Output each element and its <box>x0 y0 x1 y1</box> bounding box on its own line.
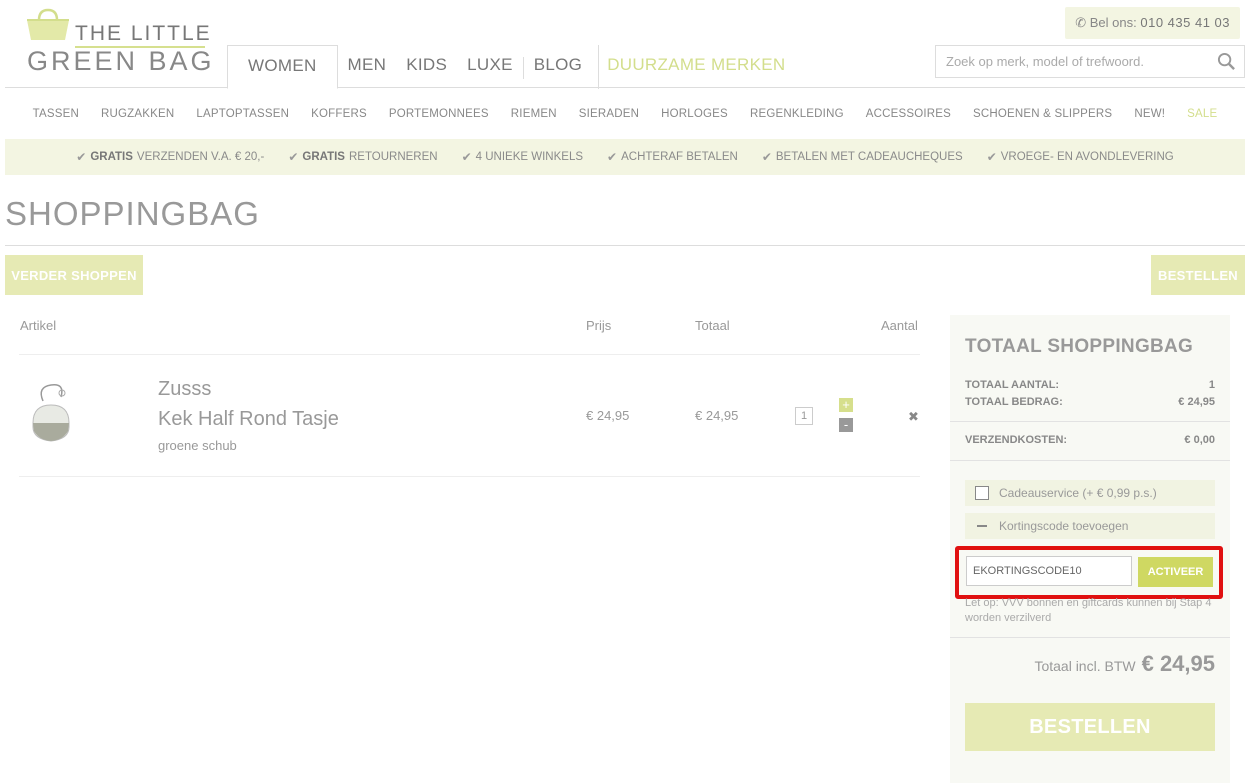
nav-women[interactable]: WOMEN <box>227 45 338 89</box>
check-icon: ✔ <box>461 150 472 164</box>
voucher-note: Let op: VVV bonnen en giftcards kunnen b… <box>965 597 1212 624</box>
usp-item: ✔ VROEGE- EN AVONDLEVERING <box>986 150 1174 164</box>
site-header: THE LITTLE GREEN BAG WOMEN MEN KIDS LUXE… <box>5 0 1245 89</box>
gift-service-checkbox[interactable] <box>975 486 989 500</box>
discount-toggle-label: Kortingscode toevoegen <box>999 519 1129 533</box>
cat-sale[interactable]: SALE <box>1176 108 1228 120</box>
discount-toggle[interactable]: Kortingscode toevoegen <box>965 513 1215 539</box>
cat-portemonnees[interactable]: PORTEMONNEES <box>378 108 500 120</box>
bag-logo-icon <box>27 8 69 40</box>
col-price: Prijs <box>586 318 612 333</box>
total-value: € 24,95 <box>1141 651 1215 676</box>
cat-horloges[interactable]: HORLOGES <box>650 108 739 120</box>
nav-blog[interactable]: BLOG <box>524 45 592 89</box>
brand-logo[interactable]: THE LITTLE GREEN BAG <box>23 6 212 78</box>
continue-shopping-button[interactable]: VERDER SHOPPEN <box>5 255 143 295</box>
cat-accessoires[interactable]: ACCESSOIRES <box>855 108 962 120</box>
usp-item: ✔ ACHTERAF BETALEN <box>607 150 738 164</box>
cat-sieraden[interactable]: SIERADEN <box>568 108 650 120</box>
summary-count: TOTAAL AANTAL: 1 <box>965 379 1215 391</box>
close-icon[interactable]: ✖ <box>908 409 919 425</box>
quantity-field[interactable]: 1 <box>795 407 813 425</box>
gift-service-label: Cadeauservice (+ € 0,99 p.s.) <box>999 486 1157 500</box>
brand-line1: THE LITTLE <box>75 22 212 45</box>
page-title: SHOPPINGBAG <box>5 195 1245 246</box>
main-nav: WOMEN MEN KIDS LUXE BLOG DUURZAME MERKEN <box>227 45 795 89</box>
cat-regenkleding[interactable]: REGENKLEDING <box>739 108 855 120</box>
usp-item: ✔ GRATIS VERZENDEN V.A. € 20,- <box>76 150 265 164</box>
plus-icon[interactable]: + <box>839 398 853 412</box>
cat-riemen[interactable]: RIEMEN <box>500 108 568 120</box>
nav-kids[interactable]: KIDS <box>396 45 457 89</box>
search-bar <box>935 45 1245 78</box>
search-icon[interactable] <box>1208 52 1244 71</box>
cat-schoenen[interactable]: SCHOENEN & SLIPPERS <box>962 108 1123 120</box>
check-icon: ✔ <box>607 150 618 164</box>
usp-item: ✔ 4 UNIEKE WINKELS <box>461 150 584 164</box>
gift-service-option[interactable]: Cadeauservice (+ € 0,99 p.s.) <box>965 480 1215 506</box>
table-row: Zusss Kek Half Rond Tasje groene schub €… <box>19 355 920 477</box>
nav-luxe[interactable]: LUXE <box>457 45 523 89</box>
summary-shipping: VERZENDKOSTEN: € 0,00 <box>965 434 1215 446</box>
activate-code-button[interactable]: ACTIVEER <box>1138 557 1213 587</box>
category-nav: TASSEN RUGZAKKEN LAPTOPTASSEN KOFFERS PO… <box>0 88 1250 139</box>
summary-title: TOTAAL SHOPPINGBAG <box>965 336 1194 357</box>
cat-rugzakken[interactable]: RUGZAKKEN <box>90 108 185 120</box>
cart-table: Artikel Prijs Totaal Aantal Zusss Kek Ha… <box>19 310 920 477</box>
check-icon: ✔ <box>986 150 997 164</box>
summary-amount: TOTAAL BEDRAG: € 24,95 <box>965 396 1215 408</box>
cat-new[interactable]: NEW! <box>1123 108 1176 120</box>
col-quantity: Aantal <box>881 318 918 333</box>
phone-number: 010 435 41 03 <box>1140 15 1230 30</box>
phone-label: Bel ons: <box>1089 15 1137 30</box>
check-icon: ✔ <box>288 150 299 164</box>
usp-item: ✔ GRATIS RETOURNEREN <box>288 150 438 164</box>
brand-line2: GREEN BAG <box>27 46 215 76</box>
discount-code-highlight: ACTIVEER <box>955 546 1223 599</box>
col-article: Artikel <box>20 318 57 333</box>
product-variant: groene schub <box>158 438 237 453</box>
phone-badge[interactable]: ✆ Bel ons: 010 435 41 03 <box>1065 7 1240 39</box>
usp-bar: ✔ GRATIS VERZENDEN V.A. € 20,- ✔ GRATIS RETO… <box>5 139 1245 175</box>
summary-divider <box>950 637 1230 638</box>
order-button[interactable]: BESTELLEN <box>965 703 1215 751</box>
nav-men[interactable]: MEN <box>338 45 397 89</box>
cat-tassen[interactable]: TASSEN <box>22 108 90 120</box>
summary-divider <box>950 460 1230 461</box>
product-thumbnail[interactable] <box>23 379 79 451</box>
cat-laptoptassen[interactable]: LAPTOPTASSEN <box>185 108 300 120</box>
discount-code-input[interactable] <box>966 556 1132 586</box>
search-input[interactable] <box>936 46 1208 77</box>
cat-koffers[interactable]: KOFFERS <box>300 108 378 120</box>
check-icon: ✔ <box>76 150 87 164</box>
order-button-top[interactable]: BESTELLEN <box>1151 255 1245 295</box>
col-total: Totaal <box>695 318 730 333</box>
total-label: Totaal incl. BTW <box>1034 658 1136 674</box>
minus-icon[interactable]: - <box>839 418 853 432</box>
nav-sustainable-brands[interactable]: DUURZAME MERKEN <box>598 45 795 89</box>
product-name[interactable]: Kek Half Rond Tasje <box>158 408 339 431</box>
summary-divider <box>950 421 1230 422</box>
minus-icon <box>977 525 987 527</box>
grand-total: Totaal incl. BTW € 24,95 <box>1034 651 1215 677</box>
usp-item: ✔ BETALEN MET CADEAUCHEQUES <box>761 150 963 164</box>
product-price: € 24,95 <box>586 408 630 423</box>
phone-icon: ✆ <box>1075 15 1087 30</box>
product-brand[interactable]: Zusss <box>158 378 211 401</box>
product-total: € 24,95 <box>695 408 739 423</box>
cart-summary: TOTAAL SHOPPINGBAG TOTAAL AANTAL: 1 TOTAA… <box>950 315 1230 783</box>
cart-header-row: Artikel Prijs Totaal Aantal <box>19 310 920 355</box>
check-icon: ✔ <box>761 150 772 164</box>
